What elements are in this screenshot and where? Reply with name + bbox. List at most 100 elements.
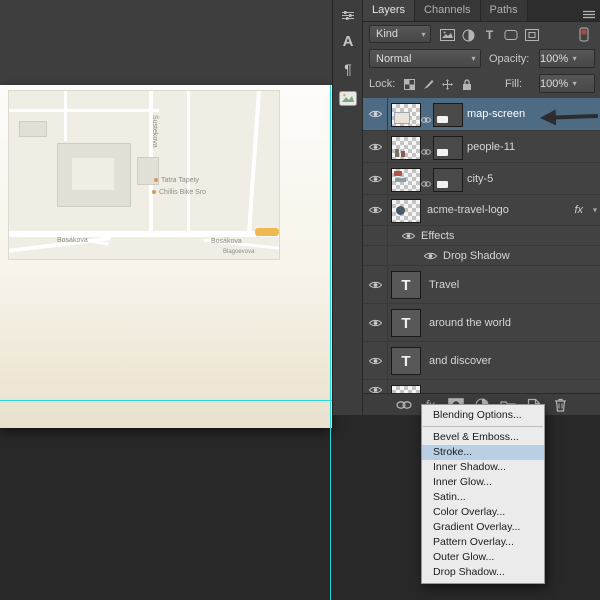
guide-horizontal[interactable]	[0, 400, 332, 401]
layer-name[interactable]: Travel	[429, 279, 459, 291]
layer-row-people-11[interactable]: people-11	[363, 131, 600, 163]
menu-item-outer-glow[interactable]: Outer Glow...	[422, 550, 544, 565]
layer-row-travel[interactable]: T Travel	[363, 266, 600, 304]
link-layers-icon[interactable]	[393, 396, 415, 413]
document-canvas[interactable]: Šustekova Bosákova Bosákova Blagoevova T…	[0, 85, 332, 428]
layer-name[interactable]: around the world	[429, 317, 511, 329]
type-thumb-glyph: T	[401, 314, 411, 332]
mask-link-icon[interactable]	[421, 111, 431, 129]
blend-mode-select[interactable]: Normal ▾	[369, 49, 481, 68]
mask-thumbnail[interactable]	[433, 168, 463, 192]
menu-item-color-overlay[interactable]: Color Overlay...	[422, 505, 544, 520]
panel-tab-bar: Layers Channels Paths	[363, 0, 600, 22]
map-street-label: Šustekova	[151, 115, 158, 148]
panel-dock-strip: A ¶	[332, 0, 362, 415]
annotation-arrow	[538, 105, 600, 134]
kind-filter-select[interactable]: Kind ▾	[369, 25, 431, 43]
mask-link-icon[interactable]	[421, 175, 431, 193]
visibility-eye-icon[interactable]	[366, 173, 384, 185]
smart-object-filter-icon[interactable]	[523, 27, 540, 43]
menu-item-pattern-overlay[interactable]: Pattern Overlay...	[422, 535, 544, 550]
drop-shadow-effect-row[interactable]: Drop Shadow	[363, 246, 600, 266]
drop-shadow-label[interactable]: Drop Shadow	[443, 250, 510, 262]
effects-row[interactable]: Effects	[363, 226, 600, 246]
visibility-eye-icon[interactable]	[366, 141, 384, 153]
paragraph-panel-glyph: ¶	[344, 61, 352, 77]
layer-row-and-discover[interactable]: T and discover	[363, 342, 600, 380]
layer-name[interactable]: acme-travel-logo	[427, 204, 509, 216]
type-layer-thumbnail[interactable]: T	[391, 271, 421, 299]
lock-label: Lock:	[369, 78, 396, 90]
character-panel-glyph: A	[342, 32, 354, 50]
panel-menu-icon[interactable]	[582, 6, 596, 24]
effects-label[interactable]: Effects	[421, 230, 454, 242]
menu-item-stroke[interactable]: Stroke...	[422, 445, 544, 460]
visibility-eye-icon[interactable]	[366, 355, 384, 367]
layer-thumbnail[interactable]	[391, 199, 421, 223]
lock-position-icon[interactable]	[439, 76, 456, 92]
photoshop-window: Šustekova Bosákova Bosákova Blagoevova T…	[0, 0, 600, 600]
lock-all-icon[interactable]	[458, 76, 475, 92]
mask-thumbnail[interactable]	[433, 136, 463, 160]
map-street-label: Blagoevova	[223, 249, 255, 255]
fill-value: 100%	[540, 77, 569, 90]
menu-item-inner-shadow[interactable]: Inner Shadow...	[422, 460, 544, 475]
layer-name[interactable]: people-11	[467, 141, 515, 153]
map-road	[64, 91, 67, 141]
layer-name[interactable]: city-5	[467, 173, 493, 185]
visibility-eye-icon[interactable]	[366, 279, 384, 291]
visibility-eye-icon[interactable]	[366, 108, 384, 120]
fill-input[interactable]: 100% ▾	[539, 74, 595, 93]
filter-toggle-icon[interactable]	[575, 26, 592, 42]
mask-thumbnail[interactable]	[433, 103, 463, 127]
visibility-eye-icon[interactable]	[421, 250, 439, 262]
opacity-input[interactable]: 100% ▾	[539, 49, 595, 68]
menu-item-blending-options[interactable]: Blending Options...	[422, 408, 544, 423]
tab-channels[interactable]: Channels	[415, 0, 481, 21]
adjustment-filter-icon[interactable]	[460, 27, 477, 43]
menu-item-satin[interactable]: Satin...	[422, 490, 544, 505]
blend-mode-value: Normal	[376, 52, 412, 65]
menu-item-drop-shadow[interactable]: Drop Shadow...	[422, 565, 544, 580]
effects-collapse-icon[interactable]: ▾	[593, 206, 597, 215]
layer-row-acme-travel-logo[interactable]: acme-travel-logo fx ▾	[363, 195, 600, 226]
guide-vertical[interactable]	[330, 85, 331, 600]
layer-thumbnail[interactable]	[391, 103, 421, 127]
pixel-filter-icon[interactable]	[439, 27, 456, 43]
type-thumb-glyph: T	[401, 276, 411, 294]
shape-filter-icon[interactable]	[502, 27, 519, 43]
layer-row-city-5[interactable]: city-5	[363, 163, 600, 195]
menu-item-inner-glow[interactable]: Inner Glow...	[422, 475, 544, 490]
visibility-eye-icon[interactable]	[399, 230, 417, 242]
character-panel-icon[interactable]: A	[336, 29, 360, 53]
type-layer-thumbnail[interactable]: T	[391, 347, 421, 375]
menu-item-bevel-emboss[interactable]: Bevel & Emboss...	[422, 430, 544, 445]
image-panel-icon[interactable]	[336, 86, 360, 110]
tab-layers[interactable]: Layers	[363, 0, 416, 21]
layer-fx-badge[interactable]: fx	[574, 204, 583, 216]
map-poi-icon	[154, 178, 158, 182]
visibility-eye-icon[interactable]	[366, 317, 384, 329]
type-layer-thumbnail[interactable]: T	[391, 309, 421, 337]
menu-item-gradient-overlay[interactable]: Gradient Overlay...	[422, 520, 544, 535]
layer-name[interactable]: map-screen	[467, 108, 525, 120]
layer-row-partial[interactable]	[363, 380, 600, 394]
adjustments-panel-icon[interactable]	[336, 3, 360, 27]
lock-transparency-icon[interactable]	[401, 76, 418, 92]
chevron-down-icon: ▾	[471, 54, 476, 63]
lock-pixels-icon[interactable]	[420, 76, 437, 92]
layer-row-around-the-world[interactable]: T around the world	[363, 304, 600, 342]
layer-name[interactable]: and discover	[429, 355, 491, 367]
type-filter-icon[interactable]: T	[481, 27, 498, 43]
tab-paths[interactable]: Paths	[480, 0, 528, 21]
layer-thumbnail[interactable]	[391, 168, 421, 192]
layer-thumbnail[interactable]	[391, 136, 421, 160]
opacity-value: 100%	[540, 52, 569, 65]
map-image: Šustekova Bosákova Bosákova Blagoevova T…	[8, 90, 280, 260]
delete-layer-trash-icon[interactable]	[549, 396, 571, 413]
visibility-eye-icon[interactable]	[366, 204, 384, 216]
map-road	[187, 91, 190, 233]
paragraph-panel-icon[interactable]: ¶	[336, 57, 360, 81]
chevron-down-icon: ▾	[572, 79, 577, 88]
mask-link-icon[interactable]	[421, 143, 431, 161]
